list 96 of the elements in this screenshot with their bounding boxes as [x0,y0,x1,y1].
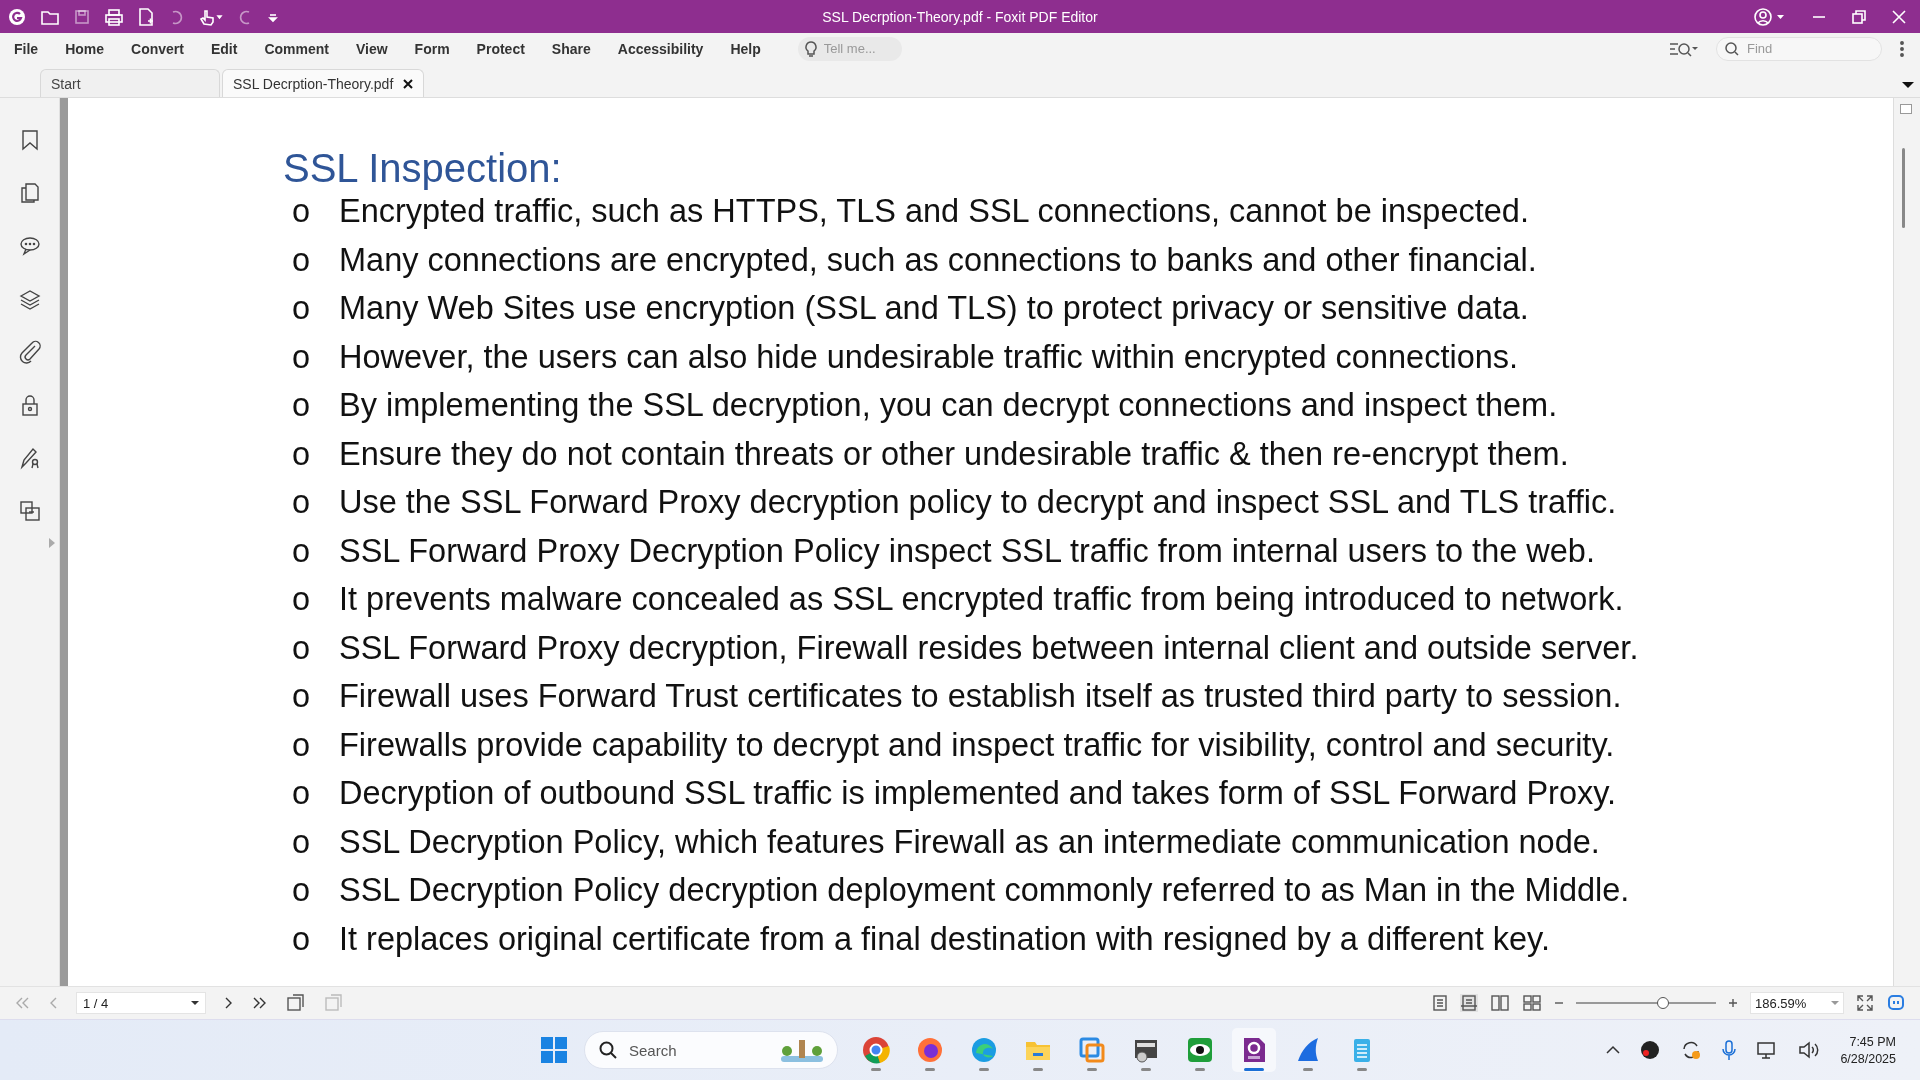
dropdown-icon [1831,1000,1839,1006]
bullet-marker: o [291,823,312,861]
bullet-marker: o [291,193,312,230]
bullet-marker: o [291,726,312,764]
chevron-up-icon[interactable] [1606,1045,1621,1055]
zoom-slider-thumb[interactable] [1656,997,1669,1009]
menu-item[interactable]: File [14,40,58,57]
bullet-text: By implementing the SSL decryption, you can decrypt connections and inspect them. [339,387,1558,424]
menu-item[interactable]: Comment [264,40,348,57]
bullet-marker: o [291,581,312,618]
bullet-text: SSL Forward Proxy decryption, Firewall resides between internal client and outside server. [339,629,1639,667]
bullet-text: Many connections are encrypted, such as connections to banks and other financial. [339,241,1537,279]
taskbar-app-button[interactable] [1232,1028,1276,1072]
continuous-page-icon[interactable] [1460,994,1478,1012]
bullet-text: Many Web Sites use encryption (SSL and TLS) to protect privacy or sensitive data. [339,290,1529,327]
print-icon[interactable] [104,7,124,26]
layers-icon[interactable] [17,287,42,311]
wave-browser-icon [970,1036,998,1064]
menu-item[interactable]: Help [730,40,780,57]
bullet-text: SSL Decryption Policy decryption deployment commonly referred to as Man in the Middle. [339,872,1630,909]
bullet-text: SSL Forward Proxy Decryption Policy inspect SSL traffic from internal users to the web. [339,532,1595,570]
menu-item[interactable]: Convert [131,40,203,57]
bullet-text: Encrypted traffic, such as HTTPS, TLS and SSL connections, cannot be inspected. [339,193,1529,230]
bullet-text: However, the users can also hide undesirable traffic within encrypted connections. [339,338,1519,376]
overlay-pages-icon[interactable] [17,499,42,523]
bullet-text: SSL Decryption Policy, which features Firewall as an intermediate communication node. [339,823,1600,861]
circle-browser-icon [862,1036,890,1064]
bullet-text: It replaces original certificate from a final destination with resigned by a different key. [339,920,1550,958]
dropdown-icon[interactable] [1902,81,1914,89]
speaker-icon[interactable] [1798,1040,1821,1060]
scroll-up-icon[interactable] [1900,104,1912,114]
menu-item[interactable]: Share [551,40,610,57]
bullet-text: Firewalls provide capability to decrypt and inspect traffic for visibility, control and security. [339,726,1615,764]
clock-time[interactable]: 7:45 PM [1849,1034,1896,1049]
single-page-icon[interactable] [1432,994,1448,1012]
microphone-icon[interactable] [1722,1039,1737,1061]
new-document-icon[interactable] [138,7,154,26]
bullet-text: Firewall uses Forward Trust certificates to establish itself as trusted third party to session. [339,678,1622,715]
eye-icon [1186,1036,1214,1064]
last-page-icon[interactable] [252,996,268,1010]
search-icon [1725,41,1739,56]
bullet-text: It prevents malware concealed as SSL encrypted traffic from being introduced to network. [339,581,1624,618]
facing-pages-icon[interactable] [1490,994,1510,1012]
dropdown-icon [191,1000,199,1006]
menu-item[interactable]: Home [65,40,124,57]
account-icon[interactable] [1754,6,1786,27]
menu-item[interactable]: Protect [476,40,544,57]
close-icon[interactable] [403,78,414,89]
fox-browser-icon [916,1036,944,1064]
document-tab[interactable]: SSL Decrption-Theory.pdf [222,69,425,97]
bullet-marker: o [291,484,312,521]
bullet-marker: o [291,532,312,570]
record-icon[interactable] [1640,1040,1661,1060]
menu-item[interactable]: Edit [210,40,257,57]
page-number-field[interactable]: 1 / 4 [76,992,206,1014]
zoom-field[interactable]: 186.59% [1750,992,1844,1014]
squares-icon [1078,1036,1106,1064]
bullet-marker: o [291,290,312,327]
bullet-marker: o [291,629,312,667]
bullet-text: Use the SSL Forward Proxy decryption policy to decrypt and inspect SSL and TLS traffic. [339,484,1617,521]
more-icon[interactable] [1900,40,1904,57]
continuous-facing-icon[interactable] [1522,994,1542,1012]
bullet-marker: o [291,241,312,279]
next-page-icon[interactable] [224,996,234,1010]
assistant-icon[interactable] [1886,993,1906,1013]
document-tab[interactable]: Start [40,69,220,97]
window-title: SSL Decrption-Theory.pdf - Foxit PDF Editor [822,8,1098,25]
scrollbar-thumb[interactable] [1902,148,1905,228]
clock-date[interactable]: 6/28/2025 [1840,1051,1896,1066]
taskbar-search-field[interactable]: Search [584,1031,838,1069]
bullet-text: Decryption of outbound SSL traffic is implemented and takes form of SSL Forward Proxy. [339,775,1617,812]
full-screen-icon[interactable] [1856,994,1874,1012]
start-icon[interactable] [540,1036,568,1064]
menu-item[interactable]: Accessibility [617,40,723,57]
paperclip-icon[interactable] [17,340,42,364]
bullet-marker: o [291,872,312,909]
bullet-text: Ensure they do not contain threats or other undesirable traffic & then re-encrypt them. [339,435,1569,473]
save-icon[interactable] [74,8,90,25]
previous-view-icon[interactable] [286,994,306,1012]
search-icon [599,1041,617,1059]
restore-icon[interactable] [1852,9,1866,24]
menu-item[interactable]: Form [414,40,469,57]
bullet-marker: o [291,338,312,376]
comments-icon[interactable] [17,234,42,258]
sync-icon[interactable] [1680,1039,1703,1061]
bullet-marker: o [291,920,312,958]
bullet-marker: o [291,775,312,812]
zoom-in-icon[interactable] [1728,998,1738,1008]
lightbulb-icon [803,39,818,58]
app-logo-icon[interactable] [8,7,26,26]
document-heading: SSL Inspection: [283,146,562,191]
bullet-marker: o [291,678,312,715]
bullet-marker: o [291,387,312,424]
hand-icon[interactable] [198,7,224,26]
menu-item[interactable]: View [355,40,407,57]
bullet-marker: o [291,435,312,473]
